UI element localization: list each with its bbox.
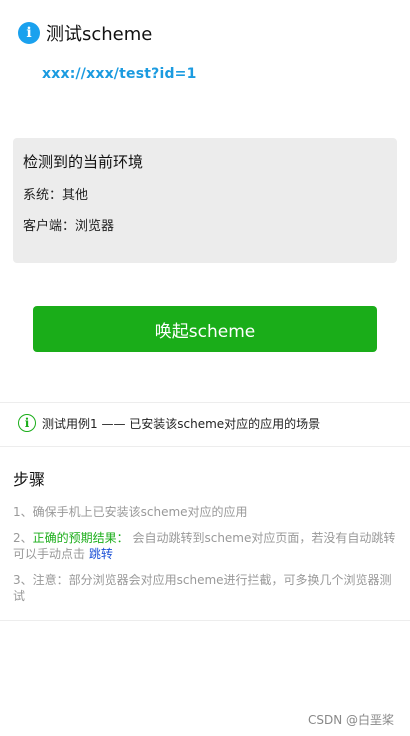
environment-title: 检测到的当前环境	[23, 153, 144, 171]
page-title: 测试scheme	[46, 24, 153, 45]
steps-section: 步骤 1、确保手机上已安装该scheme对应的应用 2、正确的预期结果： 会自动…	[13, 466, 398, 614]
step-item-1: 1、确保手机上已安装该scheme对应的应用	[13, 505, 248, 519]
step-item-3: 3、注意：部分浏览器会对应用scheme进行拦截，可多换几个浏览器测试	[13, 573, 392, 603]
test-case-row: i 测试用例1 —— 已安装该scheme对应的应用的场景	[18, 414, 320, 432]
divider-bottom	[0, 620, 410, 621]
divider-middle	[0, 446, 410, 447]
jump-link[interactable]: 跳转	[89, 547, 113, 561]
step-item-2: 2、正确的预期结果： 会自动跳转到scheme对应页面，若没有自动跳转可以手动点…	[13, 530, 398, 562]
environment-panel: 检测到的当前环境 系统：其他 客户端：浏览器	[13, 138, 397, 263]
expected-result-label: 正确的预期结果：	[32, 531, 129, 545]
info-icon: i	[18, 22, 40, 44]
page-header: i 测试scheme	[18, 20, 152, 46]
launch-scheme-button[interactable]: 唤起scheme	[33, 306, 377, 352]
info-circle-icon: i	[18, 414, 36, 432]
step-prefix: 2、	[13, 531, 33, 545]
environment-system: 系统：其他	[23, 188, 89, 203]
scheme-url: xxx://xxx/test?id=1	[42, 66, 197, 82]
divider-top	[0, 402, 410, 403]
environment-client: 客户端：浏览器	[23, 219, 115, 234]
steps-title: 步骤	[13, 470, 46, 489]
watermark: CSDN @白垩桨	[307, 713, 394, 727]
test-case-text: 测试用例1 —— 已安装该scheme对应的应用的场景	[42, 416, 321, 431]
